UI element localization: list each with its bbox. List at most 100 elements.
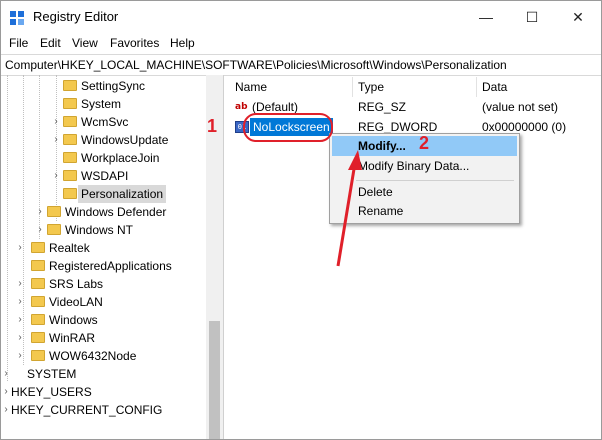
tree-item-label: Windows NT: [65, 223, 134, 237]
tree-item-label: Windows: [49, 313, 98, 327]
menu-item-delete[interactable]: Delete: [332, 182, 517, 202]
folder-icon: [31, 296, 45, 307]
folder-icon: [63, 188, 77, 199]
string-value-icon: ab: [235, 102, 248, 112]
value-type: REG_SZ: [358, 100, 407, 114]
tree-item-label: SRS Labs: [49, 277, 104, 291]
tree-item[interactable]: › WinRAR: [1, 329, 206, 347]
tree-item[interactable]: › Windows: [1, 311, 206, 329]
column-separator[interactable]: [476, 77, 477, 97]
tree-item-label: WinRAR: [49, 331, 96, 345]
expand-chevron-icon[interactable]: ›: [15, 275, 25, 293]
tree-item[interactable]: › WSDAPI: [1, 167, 206, 185]
menu-item-modify-binary-label: Modify Binary Data...: [358, 159, 470, 173]
folder-icon: [63, 116, 77, 127]
menu-separator: [356, 180, 514, 181]
tree-item-label: RegisteredApplications: [49, 259, 172, 273]
menu-file[interactable]: File: [9, 36, 28, 50]
key-tree: SettingSync System › WcmSvc › WindowsUpdate Wo…: [1, 75, 224, 439]
expand-chevron-icon[interactable]: ›: [51, 131, 61, 149]
folder-icon: [63, 170, 77, 181]
folder-icon: [47, 224, 61, 235]
menu-item-delete-label: Delete: [358, 185, 393, 199]
tree-item[interactable]: › WOW6432Node: [1, 347, 206, 365]
column-header-name[interactable]: Name: [235, 77, 267, 97]
expand-chevron-icon[interactable]: ›: [51, 167, 61, 185]
menu-favorites[interactable]: Favorites: [110, 36, 159, 50]
tree-item[interactable]: WorkplaceJoin: [1, 149, 206, 167]
tree-item-label: System: [81, 97, 122, 111]
tree-item[interactable]: › WindowsUpdate: [1, 131, 206, 149]
column-separator[interactable]: [352, 77, 353, 97]
value-data: (value not set): [482, 100, 559, 114]
folder-icon: [31, 242, 45, 253]
tree-item[interactable]: › SRS Labs: [1, 275, 206, 293]
tree-item[interactable]: › VideoLAN: [1, 293, 206, 311]
tree-item-label: WcmSvc: [81, 115, 129, 129]
expand-chevron-icon[interactable]: ›: [15, 347, 25, 365]
tree-item-label: WOW6432Node: [49, 349, 137, 363]
tree-item[interactable]: RegisteredApplications: [1, 257, 206, 275]
tree-scrollbar-thumb[interactable]: [209, 321, 220, 439]
expand-chevron-icon[interactable]: ›: [1, 383, 11, 401]
menu-help[interactable]: Help: [170, 36, 195, 50]
tree-item-label: Personalization: [78, 185, 167, 203]
tree-item-label: SYSTEM: [27, 367, 77, 381]
minimize-button[interactable]: —: [463, 1, 509, 33]
folder-icon: [31, 260, 45, 271]
folder-icon: [63, 152, 77, 163]
folder-icon: [47, 206, 61, 217]
tree-item[interactable]: SettingSync: [1, 77, 206, 95]
tree-item[interactable]: › HKEY_CURRENT_CONFIG: [1, 401, 206, 419]
tree-item-label: WSDAPI: [81, 169, 129, 183]
window-title: Registry Editor: [33, 9, 119, 24]
step-number-1: 1: [207, 116, 218, 136]
expand-chevron-icon[interactable]: ›: [1, 401, 11, 419]
expand-chevron-icon[interactable]: ›: [15, 329, 25, 347]
column-header-data[interactable]: Data: [482, 77, 507, 97]
title-bar: Registry Editor — ☐ ✕: [1, 1, 601, 33]
expand-chevron-icon[interactable]: ›: [51, 113, 61, 131]
tree-item-label: WindowsUpdate: [81, 133, 169, 147]
folder-icon: [63, 98, 77, 109]
menu-item-modify-binary[interactable]: Modify Binary Data...: [332, 156, 517, 176]
tree-item[interactable]: › Realtek: [1, 239, 206, 257]
folder-icon: [31, 278, 45, 289]
tree-item-label: WorkplaceJoin: [81, 151, 160, 165]
folder-icon: [63, 80, 77, 91]
maximize-button[interactable]: ☐: [509, 1, 555, 33]
folder-icon: [31, 332, 45, 343]
tree-item[interactable]: › HKEY_USERS: [1, 383, 206, 401]
tree-item[interactable]: › Windows Defender: [1, 203, 206, 221]
folder-icon: [63, 134, 77, 145]
expand-chevron-icon[interactable]: ›: [15, 311, 25, 329]
tree-item-label: Windows Defender: [65, 205, 167, 219]
expand-chevron-icon[interactable]: ›: [15, 239, 25, 257]
menu-bar: File Edit View Favorites Help: [1, 33, 601, 53]
address-path: Computer\HKEY_LOCAL_MACHINE\SOFTWARE\Pol…: [5, 58, 507, 72]
expand-chevron-icon[interactable]: ›: [1, 365, 11, 383]
folder-icon: [31, 350, 45, 361]
menu-item-modify-label: Modify...: [358, 139, 406, 153]
expand-chevron-icon[interactable]: ›: [35, 221, 45, 239]
tree-item[interactable]: › WcmSvc: [1, 113, 206, 131]
tree-item-label: HKEY_CURRENT_CONFIG: [11, 403, 163, 417]
close-button[interactable]: ✕: [555, 1, 601, 33]
expand-chevron-icon[interactable]: ›: [15, 293, 25, 311]
address-bar[interactable]: Computer\HKEY_LOCAL_MACHINE\SOFTWARE\Pol…: [1, 54, 601, 76]
tree-item[interactable]: › Windows NT: [1, 221, 206, 239]
menu-item-rename[interactable]: Rename: [332, 201, 517, 221]
tree-item-label: Realtek: [49, 241, 90, 255]
tree-item[interactable]: Personalization: [1, 185, 206, 203]
tree-item-label: VideoLAN: [49, 295, 103, 309]
highlight-oval: [243, 113, 333, 142]
tree-item[interactable]: › SYSTEM: [1, 365, 206, 383]
step-number-2: 2: [419, 133, 430, 153]
expand-chevron-icon[interactable]: ›: [35, 203, 45, 221]
menu-view[interactable]: View: [72, 36, 98, 50]
folder-icon: [31, 314, 45, 325]
tree-item[interactable]: System: [1, 95, 206, 113]
tree-item-label: HKEY_USERS: [11, 385, 92, 399]
menu-edit[interactable]: Edit: [40, 36, 61, 50]
column-header-type[interactable]: Type: [358, 77, 384, 97]
